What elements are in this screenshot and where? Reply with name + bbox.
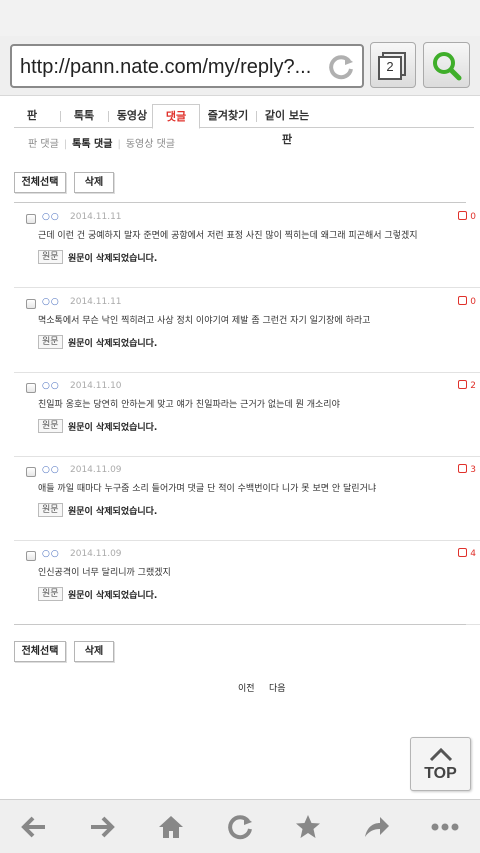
comment-author: ○○ bbox=[42, 297, 60, 307]
thumbs-up-icon bbox=[458, 380, 468, 389]
pager-prev[interactable]: 이전 bbox=[238, 681, 255, 694]
like-count-value: 4 bbox=[470, 549, 476, 559]
like-count: 4 bbox=[458, 548, 476, 559]
original-post-badge: 원문 bbox=[38, 503, 63, 517]
tab-comments[interactable]: 댓글 bbox=[152, 104, 200, 129]
search-button[interactable] bbox=[423, 42, 470, 88]
original-post-status: 원문이 삭제되었습니다. bbox=[68, 507, 158, 517]
subtab-divider: | bbox=[63, 139, 68, 150]
like-count: 3 bbox=[458, 464, 476, 475]
comment-date: 2014.11.09 bbox=[70, 549, 122, 559]
like-count: 2 bbox=[458, 380, 476, 391]
like-count-value: 2 bbox=[470, 381, 476, 391]
select-all-button[interactable]: 전체선택 bbox=[14, 172, 66, 193]
browser-address-bar: http://pann.nate.com/my/reply?... 2 bbox=[0, 36, 480, 96]
delete-button-bottom[interactable]: 삭제 bbox=[74, 641, 114, 662]
browser-toolbar bbox=[0, 799, 480, 853]
like-count-value: 0 bbox=[470, 297, 476, 307]
subtab-video-comments[interactable]: 동영상 댓글 bbox=[126, 139, 175, 150]
comment-text[interactable]: 친일파 옹호는 당연히 안하는게 맞고 얘가 친일파라는 근거가 없는데 뭔 개… bbox=[38, 397, 468, 410]
subtab-pann-comments[interactable]: 판 댓글 bbox=[28, 139, 59, 150]
thumbs-up-icon bbox=[458, 296, 468, 305]
comment-type-subnav: 판 댓글 | 톡톡 댓글 | 동영상 댓글 bbox=[28, 135, 175, 150]
forward-arrow-icon[interactable] bbox=[87, 812, 117, 842]
pager-next[interactable]: 다음 bbox=[269, 681, 286, 694]
status-bar bbox=[0, 0, 480, 36]
original-post-status: 원문이 삭제되었습니다. bbox=[68, 339, 158, 349]
comment-row: ○○ 2014.11.11 0 멱소톡에서 무슨 낙인 찍히려고 사상 정치 이… bbox=[14, 289, 480, 373]
comment-author: ○○ bbox=[42, 549, 60, 559]
comment-text[interactable]: 애들 까일 때마다 누구줌 소리 들어가며 댓글 단 적이 수백번이다 니가 못… bbox=[38, 481, 468, 494]
comment-checkbox[interactable] bbox=[26, 383, 36, 393]
url-text[interactable]: http://pann.nate.com/my/reply?... bbox=[20, 56, 320, 79]
back-arrow-icon[interactable] bbox=[19, 812, 49, 842]
comment-row: ○○ 2014.11.10 2 친일파 옹호는 당연히 안하는게 맞고 얘가 친… bbox=[14, 373, 480, 457]
scroll-top-button[interactable]: TOP bbox=[410, 737, 471, 791]
url-field[interactable]: http://pann.nate.com/my/reply?... bbox=[10, 44, 364, 88]
comment-date: 2014.11.09 bbox=[70, 465, 122, 475]
list-top-divider bbox=[14, 202, 466, 203]
tabs-button[interactable]: 2 bbox=[370, 42, 416, 88]
section-tabs: 판 톡톡 동영상 댓글 즐겨찾기 같이 보는 판 bbox=[14, 104, 474, 146]
comment-date: 2014.11.10 bbox=[70, 381, 122, 391]
comment-checkbox[interactable] bbox=[26, 299, 36, 309]
comment-date: 2014.11.11 bbox=[70, 297, 122, 307]
chevron-up-icon bbox=[429, 747, 453, 762]
comment-row: ○○ 2014.11.09 4 인신공격이 너무 달리니까 그랬겠지 원문 원문… bbox=[14, 541, 480, 625]
comment-author: ○○ bbox=[42, 465, 60, 475]
comment-author: ○○ bbox=[42, 212, 60, 222]
comment-row: ○○ 2014.11.11 0 근데 이런 건 궁예하지 말자 준면에 공항에서… bbox=[14, 204, 480, 288]
share-icon[interactable] bbox=[361, 812, 391, 842]
original-post-badge: 원문 bbox=[38, 250, 63, 264]
more-icon[interactable] bbox=[430, 812, 460, 842]
original-post-badge: 원문 bbox=[38, 335, 63, 349]
thumbs-up-icon bbox=[458, 211, 468, 220]
list-bottom-divider bbox=[14, 624, 466, 625]
thumbs-up-icon bbox=[458, 464, 468, 473]
comment-checkbox[interactable] bbox=[26, 467, 36, 477]
like-count: 0 bbox=[458, 296, 476, 307]
original-post-status: 원문이 삭제되었습니다. bbox=[68, 423, 158, 433]
search-icon bbox=[433, 52, 462, 81]
tab-divider bbox=[256, 111, 257, 122]
bookmark-star-icon[interactable] bbox=[293, 812, 323, 842]
subtab-divider: | bbox=[117, 139, 121, 150]
original-post-status: 원문이 삭제되었습니다. bbox=[68, 591, 158, 601]
home-icon[interactable] bbox=[156, 812, 186, 842]
tab-favorites[interactable]: 즐겨찾기 bbox=[202, 104, 254, 128]
like-count-value: 0 bbox=[470, 212, 476, 222]
tab-watch-together[interactable]: 같이 보는 판 bbox=[260, 104, 314, 146]
tab-pann[interactable]: 판 bbox=[22, 104, 42, 128]
scroll-top-label: TOP bbox=[424, 765, 457, 782]
select-all-button-bottom[interactable]: 전체선택 bbox=[14, 641, 66, 662]
original-post-badge: 원문 bbox=[38, 587, 63, 601]
comment-text[interactable]: 멱소톡에서 무슨 낙인 찍히려고 사상 정치 이야기여 제발 좀 그런건 자기 … bbox=[38, 313, 468, 326]
delete-button[interactable]: 삭제 bbox=[74, 172, 114, 193]
comment-row: ○○ 2014.11.09 3 애들 까일 때마다 누구줌 소리 들어가며 댓글… bbox=[14, 457, 480, 541]
like-count-value: 3 bbox=[470, 465, 476, 475]
like-count: 0 bbox=[458, 211, 476, 222]
comment-checkbox[interactable] bbox=[26, 551, 36, 561]
original-post-badge: 원문 bbox=[38, 419, 63, 433]
tab-divider bbox=[108, 111, 109, 122]
tab-video[interactable]: 동영상 bbox=[112, 104, 152, 128]
tab-count: 2 bbox=[386, 59, 394, 74]
reload-icon[interactable] bbox=[326, 52, 356, 82]
original-post-status: 원문이 삭제되었습니다. bbox=[68, 254, 158, 264]
comment-date: 2014.11.11 bbox=[70, 212, 122, 222]
comment-checkbox[interactable] bbox=[26, 214, 36, 224]
thumbs-up-icon bbox=[458, 548, 468, 557]
refresh-icon[interactable] bbox=[225, 812, 255, 842]
comment-text[interactable]: 인신공격이 너무 달리니까 그랬겠지 bbox=[38, 565, 468, 578]
tab-divider bbox=[60, 111, 61, 122]
comment-author: ○○ bbox=[42, 381, 60, 391]
subtab-toktok-comments[interactable]: 톡톡 댓글 bbox=[72, 139, 112, 150]
tab-toktok[interactable]: 톡톡 bbox=[66, 104, 102, 128]
comment-text[interactable]: 근데 이런 건 궁예하지 말자 준면에 공항에서 저런 표정 사진 많이 찍히는… bbox=[38, 228, 468, 241]
